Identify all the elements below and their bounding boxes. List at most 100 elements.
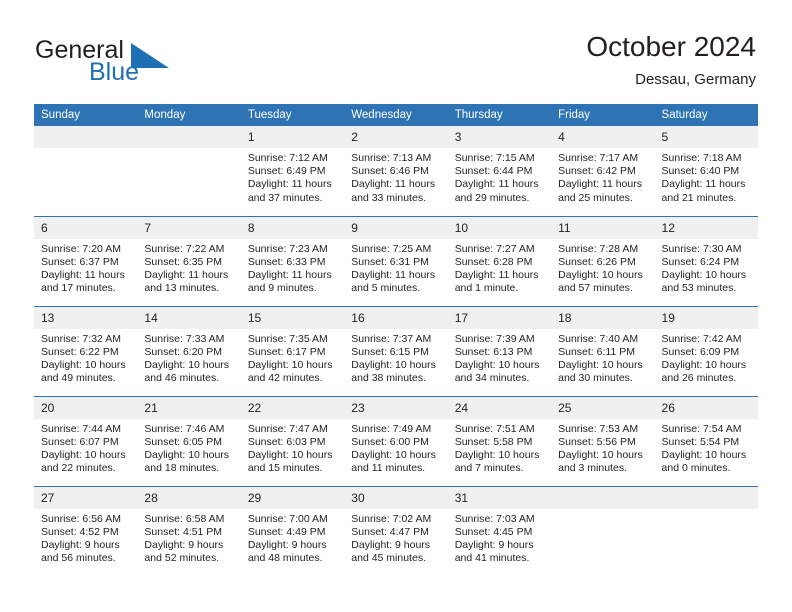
day-number: 13 bbox=[34, 306, 138, 329]
daylight-text-line2: and 7 minutes. bbox=[454, 462, 524, 475]
daylight-text-line2: and 17 minutes. bbox=[41, 282, 116, 295]
calendar-day-cell[interactable]: 29 Sunrise: 7:00 AM Sunset: 4:49 PM Dayligh… bbox=[240, 485, 345, 576]
calendar-day-cell[interactable]: 2 Sunrise: 7:13 AM Sunset: 6:46 PM Daylight… bbox=[344, 126, 448, 216]
daylight-text-line1: Daylight: 11 hours bbox=[247, 178, 332, 191]
sunrise-text: Sunrise: 7:47 AM bbox=[247, 422, 328, 435]
daylight-text-line2: and 56 minutes. bbox=[41, 552, 116, 565]
calendar-week-row: 6 Sunrise: 7:20 AM Sunset: 6:37 PM Daylight… bbox=[34, 215, 758, 306]
day-number: 2 bbox=[344, 126, 448, 148]
daylight-text-line1: Daylight: 11 hours bbox=[661, 178, 746, 191]
calendar-day-cell[interactable]: 24 Sunrise: 7:51 AM Sunset: 5:58 PM Dayligh… bbox=[447, 395, 552, 486]
sunrise-text: Sunrise: 7:37 AM bbox=[351, 332, 432, 345]
daylight-text-line1: Daylight: 10 hours bbox=[661, 448, 747, 461]
day-number: 11 bbox=[551, 216, 655, 239]
calendar-day-cell[interactable]: 26 Sunrise: 7:54 AM Sunset: 5:54 PM Dayligh… bbox=[654, 395, 758, 486]
day-number: 17 bbox=[447, 306, 552, 329]
day-number: 22 bbox=[240, 396, 345, 419]
calendar-day-cell[interactable]: 20 Sunrise: 7:44 AM Sunset: 6:07 PM Dayligh… bbox=[34, 395, 138, 486]
calendar-day-cell[interactable]: 1 Sunrise: 7:12 AM Sunset: 6:49 PM Daylight… bbox=[240, 126, 345, 216]
day-number: 7 bbox=[137, 216, 241, 239]
sunset-text: Sunset: 6:00 PM bbox=[351, 435, 429, 448]
day-details: Sunrise: 7:39 AM Sunset: 6:13 PM Daylight:… bbox=[448, 329, 551, 386]
calendar-day-cell[interactable]: 10 Sunrise: 7:27 AM Sunset: 6:28 PM Dayligh… bbox=[447, 215, 552, 306]
sunrise-text: Sunrise: 7:28 AM bbox=[558, 242, 639, 255]
calendar-day-cell[interactable]: 8 Sunrise: 7:23 AM Sunset: 6:33 PM Daylight… bbox=[240, 215, 345, 306]
day-details: Sunrise: 7:32 AM Sunset: 6:22 PM Daylight:… bbox=[34, 329, 137, 386]
daylight-text-line2: and 41 minutes. bbox=[454, 552, 530, 565]
sunrise-text: Sunrise: 7:22 AM bbox=[144, 242, 225, 255]
calendar-day-cell[interactable]: 21 Sunrise: 7:46 AM Sunset: 6:05 PM Dayligh… bbox=[137, 395, 241, 486]
calendar-day-cell[interactable]: 6 Sunrise: 7:20 AM Sunset: 6:37 PM Daylight… bbox=[34, 215, 138, 306]
daylight-text-line1: Daylight: 10 hours bbox=[41, 448, 126, 461]
calendar-day-cell[interactable]: 30 Sunrise: 7:02 AM Sunset: 4:47 PM Dayligh… bbox=[344, 485, 448, 576]
calendar-week-row: 20 Sunrise: 7:44 AM Sunset: 6:07 PM Dayligh… bbox=[34, 395, 758, 486]
weekday-header-thursday: Thursday bbox=[447, 104, 552, 126]
daylight-text-line1: Daylight: 10 hours bbox=[144, 448, 230, 461]
day-number: 21 bbox=[137, 396, 241, 419]
sunset-text: Sunset: 6:28 PM bbox=[454, 255, 533, 268]
sunset-text: Sunset: 4:51 PM bbox=[144, 525, 223, 538]
calendar-day-cell[interactable]: 31 Sunrise: 7:03 AM Sunset: 4:45 PM Dayligh… bbox=[447, 485, 552, 576]
daylight-text-line1: Daylight: 9 hours bbox=[247, 538, 327, 551]
calendar-day-cell[interactable]: 15 Sunrise: 7:35 AM Sunset: 6:17 PM Dayligh… bbox=[240, 305, 345, 396]
day-details: Sunrise: 7:37 AM Sunset: 6:15 PM Daylight:… bbox=[344, 329, 447, 386]
calendar-empty-cell bbox=[34, 126, 138, 216]
daylight-text-line1: Daylight: 10 hours bbox=[661, 268, 747, 281]
calendar-day-cell[interactable]: 4 Sunrise: 7:17 AM Sunset: 6:42 PM Daylight… bbox=[551, 126, 655, 216]
calendar-day-cell[interactable]: 28 Sunrise: 6:58 AM Sunset: 4:51 PM Dayligh… bbox=[137, 485, 241, 576]
day-number: 23 bbox=[344, 396, 448, 419]
calendar-day-cell[interactable]: 11 Sunrise: 7:28 AM Sunset: 6:26 PM Dayligh… bbox=[551, 215, 655, 306]
day-details: Sunrise: 7:47 AM Sunset: 6:03 PM Daylight:… bbox=[241, 419, 344, 476]
calendar-empty-cell bbox=[654, 485, 758, 576]
daylight-text-line1: Daylight: 11 hours bbox=[144, 268, 229, 281]
daylight-text-line2: and 3 minutes. bbox=[558, 462, 627, 475]
day-details: Sunrise: 7:40 AM Sunset: 6:11 PM Daylight:… bbox=[551, 329, 654, 386]
calendar-day-cell[interactable]: 23 Sunrise: 7:49 AM Sunset: 6:00 PM Dayligh… bbox=[344, 395, 448, 486]
day-details: Sunrise: 7:13 AM Sunset: 6:46 PM Daylight:… bbox=[344, 148, 447, 205]
calendar-day-cell[interactable]: 7 Sunrise: 7:22 AM Sunset: 6:35 PM Daylight… bbox=[137, 215, 241, 306]
sunset-text: Sunset: 6:40 PM bbox=[661, 165, 740, 178]
daylight-text-line2: and 25 minutes. bbox=[558, 191, 633, 204]
sunset-text: Sunset: 6:42 PM bbox=[558, 165, 636, 178]
calendar-day-cell[interactable]: 9 Sunrise: 7:25 AM Sunset: 6:31 PM Daylight… bbox=[344, 215, 448, 306]
calendar-day-cell[interactable]: 25 Sunrise: 7:53 AM Sunset: 5:56 PM Dayligh… bbox=[551, 395, 655, 486]
calendar-day-cell[interactable]: 19 Sunrise: 7:42 AM Sunset: 6:09 PM Dayligh… bbox=[654, 305, 758, 396]
day-details: Sunrise: 7:02 AM Sunset: 4:47 PM Daylight:… bbox=[344, 509, 447, 566]
daylight-text-line1: Daylight: 11 hours bbox=[247, 268, 332, 281]
calendar-day-cell[interactable]: 18 Sunrise: 7:40 AM Sunset: 6:11 PM Dayligh… bbox=[551, 305, 655, 396]
day-details: Sunrise: 7:18 AM Sunset: 6:40 PM Daylight:… bbox=[655, 148, 758, 205]
sunrise-text: Sunrise: 7:44 AM bbox=[41, 422, 121, 435]
daylight-text-line2: and 18 minutes. bbox=[144, 462, 220, 475]
calendar-table: Sunday Monday Tuesday Wednesday Thursday… bbox=[34, 104, 758, 576]
calendar-day-cell[interactable]: 13 Sunrise: 7:32 AM Sunset: 6:22 PM Dayligh… bbox=[34, 305, 138, 396]
day-number bbox=[551, 486, 655, 509]
day-number: 4 bbox=[551, 126, 655, 148]
day-details: Sunrise: 7:53 AM Sunset: 5:56 PM Daylight:… bbox=[551, 419, 654, 476]
daylight-text-line1: Daylight: 11 hours bbox=[351, 178, 436, 191]
page-header: General Blue October 2024 Dessau, German… bbox=[0, 0, 792, 104]
daylight-text-line2: and 22 minutes. bbox=[41, 462, 116, 475]
day-number bbox=[137, 126, 241, 148]
daylight-text-line1: Daylight: 10 hours bbox=[558, 358, 643, 371]
calendar-day-cell[interactable]: 27 Sunrise: 6:56 AM Sunset: 4:52 PM Dayligh… bbox=[34, 485, 138, 576]
daylight-text-line1: Daylight: 10 hours bbox=[351, 358, 436, 371]
calendar-day-cell[interactable]: 22 Sunrise: 7:47 AM Sunset: 6:03 PM Dayligh… bbox=[240, 395, 345, 486]
calendar-day-cell[interactable]: 14 Sunrise: 7:33 AM Sunset: 6:20 PM Dayligh… bbox=[137, 305, 241, 396]
sunset-text: Sunset: 6:26 PM bbox=[558, 255, 636, 268]
day-number: 18 bbox=[551, 306, 655, 329]
daylight-text-line1: Daylight: 11 hours bbox=[558, 178, 642, 191]
day-number: 1 bbox=[240, 126, 345, 148]
sunset-text: Sunset: 6:35 PM bbox=[144, 255, 223, 268]
calendar-day-cell[interactable]: 17 Sunrise: 7:39 AM Sunset: 6:13 PM Dayligh… bbox=[447, 305, 552, 396]
daylight-text-line1: Daylight: 10 hours bbox=[558, 268, 643, 281]
brand-logo[interactable]: General Blue bbox=[35, 36, 215, 88]
day-details: Sunrise: 7:33 AM Sunset: 6:20 PM Daylight:… bbox=[137, 329, 240, 386]
daylight-text-line1: Daylight: 10 hours bbox=[454, 358, 540, 371]
calendar-day-cell[interactable]: 5 Sunrise: 7:18 AM Sunset: 6:40 PM Daylight… bbox=[654, 126, 758, 216]
calendar-day-cell[interactable]: 3 Sunrise: 7:15 AM Sunset: 6:44 PM Daylight… bbox=[447, 126, 552, 216]
calendar-day-cell[interactable]: 12 Sunrise: 7:30 AM Sunset: 6:24 PM Dayligh… bbox=[654, 215, 758, 306]
sunset-text: Sunset: 6:15 PM bbox=[351, 345, 429, 358]
title-block: October 2024 Dessau, Germany bbox=[586, 30, 756, 90]
calendar-day-cell[interactable]: 16 Sunrise: 7:37 AM Sunset: 6:15 PM Dayligh… bbox=[344, 305, 448, 396]
daylight-text-line2: and 38 minutes. bbox=[351, 372, 426, 385]
